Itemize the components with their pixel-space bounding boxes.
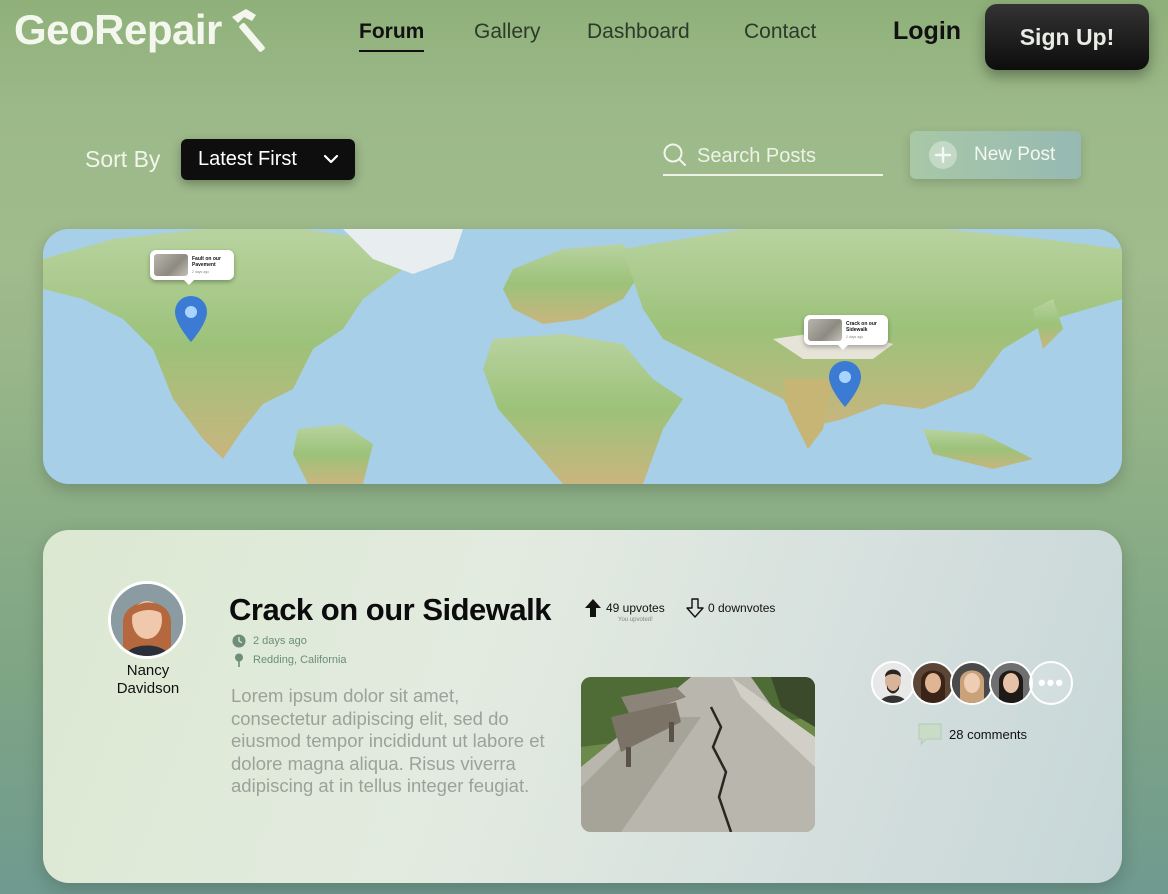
world-map[interactable]: Fault on our Pavement 2 days ago Crack o…: [43, 229, 1122, 484]
author-first-name: Nancy: [126, 662, 170, 679]
participants-group[interactable]: •••: [871, 661, 1081, 707]
chevron-down-icon: [323, 154, 339, 164]
callout-meta: 2 days ago: [192, 270, 210, 274]
plus-circle-icon: [929, 141, 957, 169]
post-time: 2 days ago: [232, 634, 307, 648]
upvote-count: 49 upvotes: [606, 601, 665, 615]
author-avatar[interactable]: [108, 581, 186, 659]
signup-button[interactable]: Sign Up!: [985, 4, 1149, 70]
comment-bubble-icon: [918, 723, 942, 746]
sort-by-label: Sort By: [85, 146, 161, 172]
participant-avatar[interactable]: [911, 661, 955, 705]
post-location-text: Redding, California: [253, 654, 347, 666]
search-icon: [663, 143, 686, 166]
location-pin-icon: [235, 653, 243, 667]
post-time-text: 2 days ago: [253, 635, 307, 647]
post-card[interactable]: Nancy Davidson Crack on our Sidewalk 49 …: [43, 530, 1122, 883]
map-pin-icon[interactable]: [828, 360, 862, 408]
author-name[interactable]: Nancy Davidson: [88, 662, 208, 698]
callout-title: Fault on our Pavement: [192, 256, 221, 268]
login-link[interactable]: Login: [893, 17, 961, 46]
callout-thumbnail: [154, 254, 188, 276]
post-location[interactable]: Redding, California: [232, 653, 347, 667]
callout-meta: 2 days ago: [846, 335, 864, 339]
comments-count: 28 comments: [949, 726, 1028, 742]
arrow-down-icon: [686, 598, 704, 618]
upvote-note: You upvoted!: [618, 617, 653, 623]
participant-avatar[interactable]: [989, 661, 1033, 705]
arrow-up-icon: [585, 599, 601, 617]
new-post-label: New Post: [974, 144, 1056, 165]
clock-icon: [232, 634, 246, 648]
downvote-count: 0 downvotes: [708, 601, 776, 615]
participant-portrait: [873, 663, 913, 703]
nav-dashboard[interactable]: Dashboard: [587, 20, 690, 44]
sort-dropdown[interactable]: Latest First: [181, 139, 355, 180]
participant-avatar[interactable]: [871, 661, 915, 705]
post-body: Lorem ipsum dolor sit amet, consectetur …: [231, 685, 545, 796]
map-pin-icon[interactable]: [174, 295, 208, 343]
map-callout-2[interactable]: Crack on our Sidewalk 2 days ago: [804, 315, 888, 350]
participant-portrait: [952, 663, 992, 703]
participant-avatar[interactable]: [950, 661, 994, 705]
sort-selected-value: Latest First: [198, 148, 297, 170]
nav-gallery[interactable]: Gallery: [474, 20, 541, 44]
search-input[interactable]: [697, 142, 877, 170]
map-callout-1[interactable]: Fault on our Pavement 2 days ago: [150, 250, 234, 285]
post-photo[interactable]: [581, 677, 815, 832]
participant-portrait: [991, 663, 1031, 703]
upvote-button[interactable]: 49 upvotes: [584, 598, 665, 618]
sidewalk-crack-image: [581, 677, 815, 832]
comments-link[interactable]: 28 comments: [917, 722, 1027, 746]
avatar-portrait: [111, 584, 183, 656]
callout-thumbnail: [808, 319, 842, 341]
nav-contact[interactable]: Contact: [744, 20, 816, 44]
search-bar: [663, 140, 883, 176]
new-post-button[interactable]: New Post: [910, 131, 1081, 179]
downvote-button[interactable]: 0 downvotes: [686, 598, 775, 618]
author-last-name: Davidson: [116, 680, 180, 697]
nav-forum[interactable]: Forum: [359, 20, 425, 52]
post-title[interactable]: Crack on our Sidewalk: [229, 592, 552, 628]
more-participants-button[interactable]: •••: [1029, 661, 1073, 705]
participant-portrait: [913, 663, 953, 703]
callout-title: Crack on our Sidewalk: [846, 321, 877, 333]
